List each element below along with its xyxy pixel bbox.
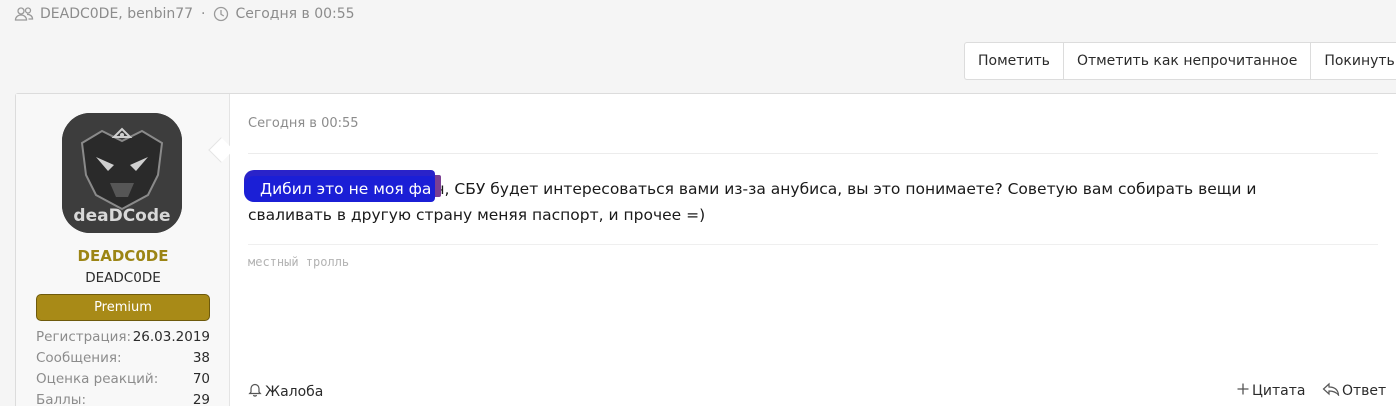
quote-link[interactable]: Цитата — [1236, 382, 1305, 400]
post-text-line2: сваливать в другую страну меняя паспорт,… — [248, 206, 706, 224]
reply-link[interactable]: Ответ — [1322, 382, 1386, 400]
post-body: Дибил это не моя фа ч, СБУ будет интересо… — [244, 176, 1368, 228]
message-post: deaDCode DEADC0DE DEADC0DE Premium Регис… — [15, 93, 1396, 406]
avatar[interactable]: deaDCode — [62, 113, 182, 233]
stat-key: Баллы: — [36, 391, 86, 406]
post-date[interactable]: Сегодня в 00:55 — [248, 116, 359, 131]
stat-value: 70 — [192, 370, 210, 387]
signature: местный тролль — [248, 255, 350, 269]
stat-value[interactable]: 29 — [193, 392, 210, 406]
post-footer: Жалоба Цитата Ответ — [248, 382, 1396, 404]
svg-text:deaDCode: deaDCode — [73, 206, 170, 226]
stat-row-reactions: Оценка реакций: 70 — [36, 368, 210, 389]
thread-meta: DEADC0DE, benbin77 · Сегодня в 00:55 — [14, 4, 355, 24]
report-link[interactable]: Жалоба — [248, 382, 323, 401]
mark-unread-button[interactable]: Отметить как непрочитанное — [1064, 43, 1312, 79]
message-content: Сегодня в 00:55 Дибил это не моя фа ч, СБ… — [244, 94, 1396, 406]
user-title: DEADC0DE — [85, 270, 161, 286]
premium-badge: Premium — [36, 294, 210, 321]
stat-key: Сообщения: — [36, 349, 122, 366]
plus-icon — [1236, 382, 1250, 400]
report-label: Жалоба — [265, 383, 324, 400]
stat-row-messages: Сообщения: 38 — [36, 347, 210, 368]
thread-action-bar: Пометить Отметить как непрочитанное Поки… — [964, 42, 1396, 80]
stat-key: Регистрация: — [36, 328, 132, 345]
username[interactable]: DEADC0DE — [16, 247, 230, 265]
stat-value[interactable]: 38 — [193, 350, 210, 366]
stat-row-registration: Регистрация: 26.03.2019 — [36, 326, 210, 347]
reply-label: Ответ — [1342, 383, 1387, 399]
mark-button[interactable]: Пометить — [965, 43, 1064, 79]
quote-label: Цитата — [1252, 383, 1306, 399]
post-text-line1: ч, СБУ будет интересоваться вами из-за а… — [435, 180, 1257, 198]
meta-separator: · — [201, 6, 206, 22]
stat-key: Оценка реакций: — [36, 370, 159, 387]
divider — [248, 153, 1378, 154]
bell-icon — [248, 382, 262, 401]
reply-arrow-icon — [1322, 382, 1340, 400]
redaction-overlay: Дибил это не моя фа — [244, 176, 436, 202]
signature-divider — [248, 244, 1378, 245]
thread-time[interactable]: Сегодня в 00:55 — [235, 6, 354, 22]
clock-icon — [213, 6, 229, 22]
stat-row-points: Баллы: 29 — [36, 389, 210, 406]
leave-button[interactable]: Покинуть — [1311, 43, 1396, 79]
user-stats: Регистрация: 26.03.2019 Сообщения: 38 Оц… — [36, 326, 210, 406]
users-icon — [14, 6, 34, 22]
user-info-column: deaDCode DEADC0DE DEADC0DE Premium Регис… — [16, 94, 230, 406]
participants-link[interactable]: DEADC0DE, benbin77 — [40, 6, 193, 22]
stat-value: 26.03.2019 — [132, 328, 210, 345]
